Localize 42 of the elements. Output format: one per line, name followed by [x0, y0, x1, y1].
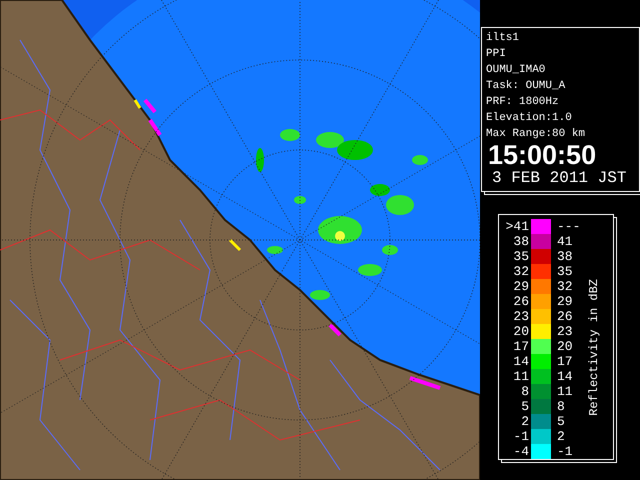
info-text: PRF: 1800Hz	[486, 95, 560, 110]
legend-high-value: 11	[556, 384, 574, 399]
legend-high-value: ---	[556, 219, 582, 234]
legend-low-value: 38	[512, 234, 529, 249]
legend-low-value: 17	[512, 339, 529, 354]
legend-low-value: 8	[520, 384, 529, 399]
legend-low-value: 5	[520, 399, 529, 414]
legend-high-value: 14	[556, 369, 574, 384]
legend-high-value: 23	[556, 324, 574, 339]
legend-low-value: 35	[512, 249, 529, 264]
legend-low-value: -4	[512, 444, 529, 459]
info-text: ilts1	[486, 31, 520, 46]
date-text: 3 FEB 2011 JST	[492, 168, 628, 188]
legend-high-value: 26	[556, 309, 574, 324]
time-text: 15:00:50	[488, 142, 598, 168]
legend-high-value: 41	[556, 234, 574, 249]
legend-low-value: 14	[512, 354, 529, 369]
legend-high-value: 35	[556, 264, 574, 279]
legend-high-value: 5	[556, 414, 566, 429]
info-text: OUMU_IMA0	[486, 63, 546, 78]
legend-high-value: 8	[556, 399, 566, 414]
legend-low-value: 2	[520, 414, 529, 429]
legend-low-value: >41	[504, 219, 529, 234]
legend-high-value: -1	[556, 444, 574, 459]
legend-high-value: 29	[556, 294, 574, 309]
legend-low-value: 20	[512, 324, 529, 339]
legend-high-value: 20	[556, 339, 574, 354]
legend-low-value: 26	[512, 294, 529, 309]
info-text: Max Range:80 km	[486, 127, 586, 142]
legend-low-value: 32	[512, 264, 529, 279]
legend-low-value: -1	[512, 429, 529, 444]
legend-low-value: 29	[512, 279, 529, 294]
legend-high-value: 17	[556, 354, 574, 369]
info-text: Elevation:1.0	[486, 111, 573, 126]
legend-high-value: 2	[556, 429, 566, 444]
legend-high-value: 38	[556, 249, 574, 264]
info-text: Task: OUMU_A	[486, 79, 566, 94]
legend-low-value: 11	[512, 369, 529, 384]
legend-high-value: 32	[556, 279, 574, 294]
legend-title: Reflectivity in dBZ	[587, 279, 601, 416]
info-text: PPI	[486, 47, 507, 62]
legend-low-value: 23	[512, 309, 529, 324]
